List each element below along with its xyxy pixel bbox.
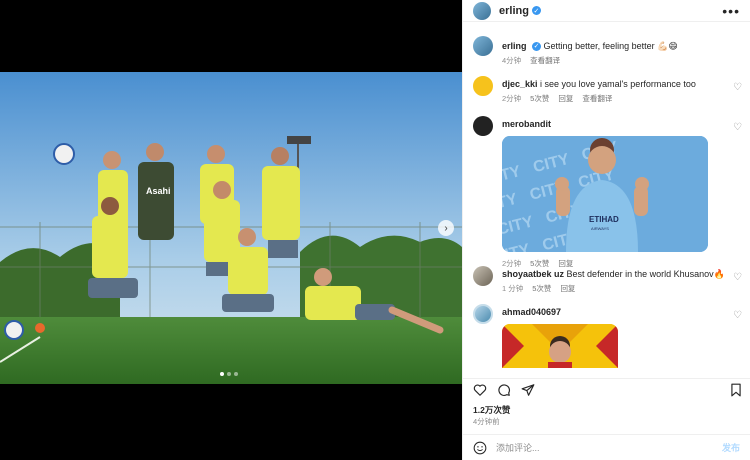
comment-text: Best defender in the world Khusanov🔥: [566, 269, 725, 279]
city-player-image: CITY CITY CITY CITY CITY CITY CITY CITY …: [502, 136, 708, 252]
comment-username[interactable]: merobandit: [502, 119, 551, 129]
add-comment-bar: 发布: [463, 434, 750, 460]
more-options-button[interactable]: •••: [722, 3, 740, 19]
training-group-photo: Asahi: [0, 72, 462, 384]
save-bookmark-icon[interactable]: [730, 383, 742, 397]
carousel-dot: [220, 372, 224, 376]
verified-badge-icon: ✓: [532, 42, 542, 52]
post-viewer: Asahi › erling ✓ ••• erling ✓ Getting be…: [0, 0, 750, 460]
commenter-avatar[interactable]: [473, 76, 493, 96]
author-avatar[interactable]: [473, 1, 491, 20]
comment-input[interactable]: [496, 442, 722, 453]
post-header: erling ✓ •••: [463, 0, 750, 22]
caption-username[interactable]: erling: [502, 41, 527, 51]
post-photo[interactable]: Asahi: [0, 72, 462, 384]
commenter-avatar[interactable]: [473, 266, 493, 286]
author-username[interactable]: erling: [499, 5, 529, 17]
comments-list[interactable]: erling ✓ Getting better, feeling better …: [463, 36, 750, 372]
like-comment-heart-icon[interactable]: ♡: [733, 82, 742, 93]
like-comment-heart-icon[interactable]: ♡: [733, 272, 742, 283]
comment-likes[interactable]: 5次赞: [532, 283, 551, 294]
comment-image[interactable]: CITY CITY CITY CITY CITY CITY CITY CITY …: [502, 136, 708, 252]
likes-count[interactable]: 1.2万次赞: [473, 404, 510, 416]
like-comment-heart-icon[interactable]: ♡: [733, 310, 742, 321]
comment-row: djec_kki i see you love yamal's performa…: [463, 76, 750, 116]
carousel-dot: [234, 372, 238, 376]
like-comment-heart-icon[interactable]: ♡: [733, 122, 742, 133]
comment-row: shoyaatbek uz Best defender in the world…: [463, 266, 750, 304]
comment-time: 2分钟: [502, 94, 522, 103]
comment-row: ahmad040697 ♡: [463, 304, 750, 368]
post-side-panel: erling ✓ ••• erling ✓ Getting better, fe…: [462, 0, 750, 460]
like-heart-icon[interactable]: [473, 383, 487, 397]
comment-username[interactable]: ahmad040697: [502, 307, 561, 317]
reply-button[interactable]: 回复: [558, 93, 573, 104]
comment-bubble-icon[interactable]: [497, 383, 511, 397]
share-send-icon[interactable]: [521, 383, 535, 397]
translate-link[interactable]: 查看翻译: [582, 93, 612, 104]
post-actions: [463, 378, 750, 398]
verified-badge-icon: ✓: [531, 6, 541, 15]
media-area: Asahi ›: [0, 0, 462, 460]
caption-row: erling ✓ Getting better, feeling better …: [463, 36, 750, 70]
commenter-avatar[interactable]: [473, 116, 493, 136]
next-image-button[interactable]: ›: [438, 220, 454, 236]
post-comment-button[interactable]: 发布: [722, 441, 740, 454]
caption-text: Getting better, feeling better 💪🏻😄: [543, 41, 678, 51]
translate-link[interactable]: 查看翻译: [530, 55, 560, 66]
comment-text: i see you love yamal's performance too: [540, 79, 696, 89]
carousel-dots: [220, 372, 238, 376]
reply-button[interactable]: 回复: [560, 283, 575, 294]
jersey-sponsor-text: Asahi: [146, 186, 171, 196]
comment-time: 1 分钟: [502, 284, 524, 293]
comment-likes[interactable]: 5次赞: [530, 93, 549, 104]
comment-username[interactable]: shoyaatbek uz: [502, 269, 564, 279]
chevron-right-icon: ›: [444, 222, 448, 234]
caption-time: 4分钟: [502, 56, 522, 65]
emoji-icon[interactable]: [473, 441, 487, 455]
post-time: 4分钟前: [473, 417, 500, 426]
sponsor-text: ETIHAD: [589, 215, 619, 224]
yellow-player-image: [502, 324, 618, 368]
comment-row: merobandit CITY CITY CITY CITY CITY CITY…: [463, 116, 750, 268]
commenter-avatar[interactable]: [473, 304, 493, 324]
author-avatar[interactable]: [473, 36, 493, 56]
comment-username[interactable]: djec_kki: [502, 79, 538, 89]
carousel-dot: [227, 372, 231, 376]
comment-image[interactable]: [502, 324, 618, 368]
sponsor-subtext: AIRWAYS: [591, 226, 609, 231]
